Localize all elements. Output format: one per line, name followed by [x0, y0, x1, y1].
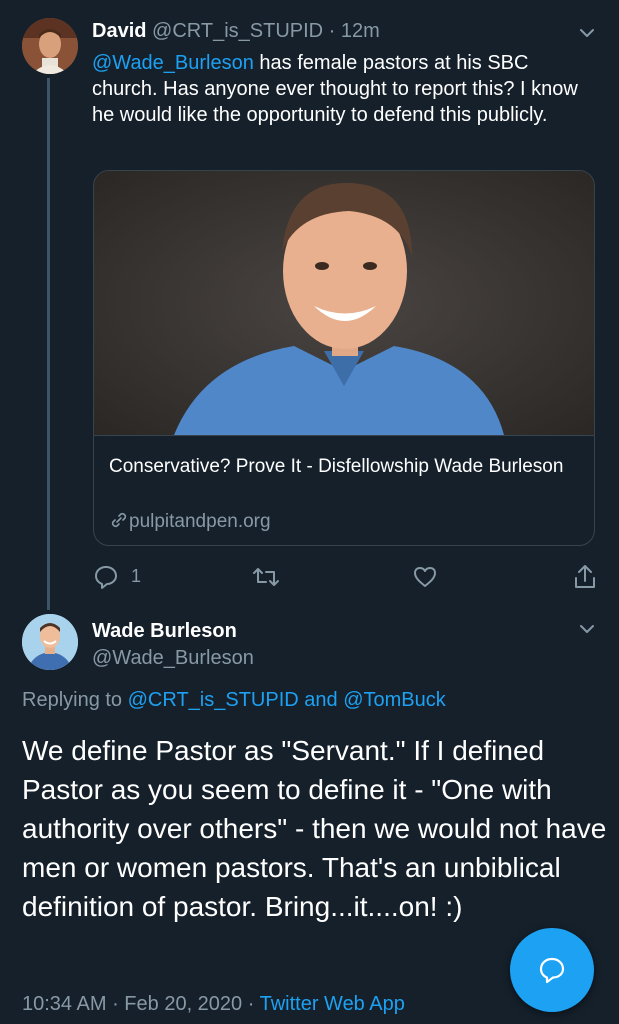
retweet-icon[interactable]: [252, 564, 280, 590]
tweet-text: @Wade_Burleson has female pastors at his…: [92, 50, 592, 128]
replying-to: Replying to @CRT_is_STUPID and @TomBuck: [22, 689, 446, 712]
card-divider: [94, 435, 594, 436]
reply-icon[interactable]: [93, 564, 119, 590]
mention-link[interactable]: @Wade_Burleson: [92, 52, 254, 74]
tweet-date[interactable]: Feb 20, 2020: [124, 993, 242, 1015]
timestamp[interactable]: 12m: [341, 20, 380, 42]
compose-reply-icon: [539, 957, 565, 984]
separator: ·: [328, 20, 336, 42]
tweet-source[interactable]: Twitter Web App: [260, 993, 405, 1015]
mention-link[interactable]: @CRT_is_STUPID: [128, 689, 299, 711]
mention-link[interactable]: @TomBuck: [343, 689, 446, 711]
meta-separator: ·: [242, 993, 260, 1015]
thread-line: [47, 78, 50, 610]
share-icon[interactable]: [572, 563, 598, 591]
meta-separator: ·: [106, 993, 125, 1015]
link-icon: [111, 512, 127, 528]
tweet-time[interactable]: 10:34 AM: [22, 993, 107, 1015]
replying-and: and: [298, 689, 344, 711]
chevron-down-icon[interactable]: [578, 24, 596, 42]
tweet-header: David @CRT_is_STUPID · 12m: [92, 20, 380, 43]
handle[interactable]: @CRT_is_STUPID: [152, 20, 323, 42]
card-title: Conservative? Prove It - Disfellowship W…: [109, 456, 564, 477]
card-domain-text: pulpitandpen.org: [129, 511, 271, 532]
handle[interactable]: @Wade_Burleson: [92, 647, 254, 670]
avatar[interactable]: [22, 18, 78, 74]
replying-prefix: Replying to: [22, 689, 128, 711]
display-name[interactable]: Wade Burleson: [92, 620, 237, 643]
compose-reply-button[interactable]: [510, 928, 594, 1012]
tweet-meta: 10:34 AM · Feb 20, 2020 · Twitter Web Ap…: [22, 993, 405, 1016]
card-domain: pulpitandpen.org: [109, 510, 271, 533]
avatar[interactable]: [22, 614, 78, 670]
link-card[interactable]: Conservative? Prove It - Disfellowship W…: [93, 170, 595, 546]
card-image: [94, 171, 594, 435]
like-icon[interactable]: [412, 564, 438, 590]
display-name[interactable]: David: [92, 20, 146, 42]
chevron-down-icon[interactable]: [578, 620, 596, 638]
reply-count: 1: [131, 566, 142, 586]
tweet-text: We define Pastor as "Servant." If I defi…: [22, 735, 607, 922]
